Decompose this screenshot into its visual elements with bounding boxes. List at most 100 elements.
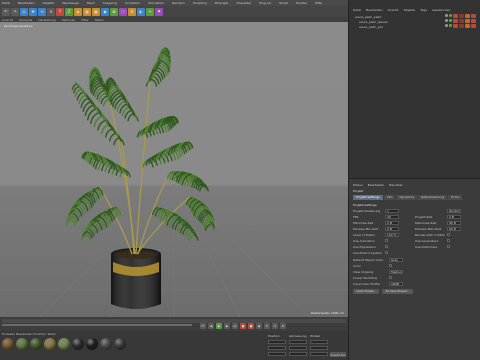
material-swatch[interactable] bbox=[2, 338, 14, 350]
material-tag[interactable] bbox=[471, 14, 476, 18]
field-checkbox[interactable] bbox=[385, 239, 388, 242]
field-checkbox[interactable] bbox=[385, 245, 388, 248]
field-checkbox[interactable] bbox=[389, 264, 392, 267]
attr-menu-2[interactable]: Benutzer bbox=[389, 183, 403, 187]
om-menu-5[interactable]: Lesezeichen bbox=[432, 8, 450, 12]
pos-y-field[interactable] bbox=[268, 346, 286, 350]
menu-item-8[interactable]: Rendern bbox=[172, 1, 185, 5]
tab-0[interactable]: Projekt-Settings bbox=[353, 195, 383, 200]
toolbar-icon-5[interactable]: ✕ bbox=[47, 8, 55, 16]
menu-item-9[interactable]: Sculpting bbox=[193, 1, 207, 5]
field-value[interactable]: 100 % bbox=[385, 233, 399, 237]
go-end-button[interactable]: ⏭ bbox=[232, 323, 238, 329]
toolbar-icon-10[interactable]: ▣ bbox=[92, 8, 100, 16]
field-checkbox[interactable] bbox=[447, 245, 450, 248]
material-swatch[interactable] bbox=[114, 338, 126, 350]
material-tag[interactable] bbox=[459, 24, 464, 28]
visibility-dot[interactable] bbox=[449, 14, 452, 17]
om-menu-2[interactable]: Ansicht bbox=[388, 8, 399, 12]
visibility-dot[interactable] bbox=[449, 19, 452, 22]
menu-item-15[interactable]: Hilfe bbox=[315, 1, 322, 5]
keyframe-button[interactable]: ◆ bbox=[256, 323, 262, 329]
field-value[interactable]: 90 B bbox=[447, 227, 461, 231]
pos-z-field[interactable] bbox=[268, 352, 286, 356]
rot-p-field[interactable] bbox=[310, 346, 328, 350]
toolbar-icon-2[interactable]: ◎ bbox=[20, 8, 28, 16]
viewport-menu-1[interactable]: Kameras bbox=[19, 18, 32, 22]
toolbar-icon-4[interactable]: ⟲ bbox=[38, 8, 46, 16]
material-tag[interactable] bbox=[453, 19, 458, 23]
object-row[interactable]: areca_palm_pot bbox=[349, 24, 480, 29]
field-value[interactable]: 30 bbox=[385, 215, 399, 219]
field-value[interactable]: sRGB bbox=[389, 282, 403, 286]
menu-item-13[interactable]: Skript bbox=[279, 1, 288, 5]
apply-button[interactable]: Anwenden bbox=[330, 352, 346, 357]
om-menu-3[interactable]: Objekte bbox=[404, 8, 416, 12]
toolbar-icon-6[interactable]: Y bbox=[56, 8, 64, 16]
preset-button-0[interactable]: Lade Preset... bbox=[353, 289, 379, 294]
viewport-menu-0[interactable]: Ansicht bbox=[2, 18, 13, 22]
size-z-field[interactable] bbox=[289, 352, 307, 356]
attr-menu-1[interactable]: Bearbeiten bbox=[368, 183, 384, 187]
material-tag[interactable] bbox=[465, 19, 470, 23]
scale-key-button[interactable]: S bbox=[272, 323, 278, 329]
menu-item-0[interactable]: Datei bbox=[2, 1, 10, 5]
material-tag[interactable] bbox=[459, 14, 464, 18]
menu-item-12[interactable]: Plug-ins bbox=[259, 1, 271, 5]
pos-x-field[interactable] bbox=[268, 340, 286, 344]
frame-ruler[interactable] bbox=[2, 319, 346, 323]
field-checkbox[interactable] bbox=[389, 276, 392, 279]
field-checkbox[interactable] bbox=[447, 233, 450, 236]
material-tag[interactable] bbox=[453, 24, 458, 28]
viewport-menu-4[interactable]: Filter bbox=[81, 18, 88, 22]
toolbar-icon-1[interactable]: ↷ bbox=[11, 8, 19, 16]
play-button[interactable]: ▶ bbox=[216, 323, 222, 329]
next-key-button[interactable]: ▶ bbox=[224, 323, 230, 329]
toolbar-icon-12[interactable]: ✿ bbox=[110, 8, 118, 16]
field-value[interactable]: Medium bbox=[389, 270, 403, 274]
field-value[interactable]: 0 B bbox=[385, 221, 399, 225]
timeline[interactable]: ⏮ ◀ ▶ ▶ ⏭ ● ● ◆ P S R bbox=[0, 317, 348, 331]
material-swatch[interactable] bbox=[58, 338, 70, 350]
playhead-range[interactable] bbox=[2, 324, 192, 326]
tab-1[interactable]: Info bbox=[384, 195, 396, 200]
viewport-menu-5[interactable]: Tafeln bbox=[95, 18, 104, 22]
toolbar-icon-14[interactable]: ⚙ bbox=[128, 8, 136, 16]
menu-item-6[interactable]: Animation bbox=[125, 1, 140, 5]
om-menu-0[interactable]: Datei bbox=[353, 8, 361, 12]
prev-key-button[interactable]: ◀ bbox=[208, 323, 214, 329]
rot-h-field[interactable] bbox=[310, 340, 328, 344]
om-menu-1[interactable]: Bearbeiten bbox=[366, 8, 382, 12]
field-value[interactable]: Grau 80% bbox=[389, 258, 403, 262]
material-swatch[interactable] bbox=[16, 338, 28, 350]
visibility-dot[interactable] bbox=[445, 19, 448, 22]
field-checkbox[interactable] bbox=[385, 251, 388, 254]
field-value[interactable]: Zentimeter bbox=[447, 209, 461, 213]
rot-key-button[interactable]: R bbox=[280, 323, 286, 329]
menu-item-7[interactable]: Simulation bbox=[148, 1, 164, 5]
visibility-dot[interactable] bbox=[445, 14, 448, 17]
menu-item-10[interactable]: MoGraph bbox=[215, 1, 229, 5]
go-start-button[interactable]: ⏮ bbox=[200, 323, 206, 329]
menu-item-3[interactable]: Werkzeuge bbox=[62, 1, 79, 5]
material-tag[interactable] bbox=[465, 14, 470, 18]
toolbar-icon-7[interactable]: Z bbox=[65, 8, 73, 16]
viewport-menu-2[interactable]: Darstellung bbox=[38, 18, 55, 22]
field-value[interactable]: 0 B bbox=[385, 227, 399, 231]
toolbar-icon-9[interactable]: ▦ bbox=[83, 8, 91, 16]
tab-4[interactable]: To Do bbox=[448, 195, 462, 200]
size-x-field[interactable] bbox=[289, 340, 307, 344]
material-swatch[interactable] bbox=[86, 338, 98, 350]
autokey-button[interactable]: ● bbox=[248, 323, 254, 329]
material-swatch[interactable] bbox=[100, 338, 112, 350]
toolbar-icon-0[interactable]: ↶ bbox=[2, 8, 10, 16]
toolbar-icon-16[interactable]: ✦ bbox=[146, 8, 154, 16]
tab-3[interactable]: Referenzierung bbox=[418, 195, 447, 200]
menu-item-1[interactable]: Bearbeiten bbox=[18, 1, 34, 5]
material-swatch[interactable] bbox=[30, 338, 42, 350]
toolbar-icon-3[interactable]: ✥ bbox=[29, 8, 37, 16]
attr-menu-0[interactable]: Modus bbox=[353, 183, 363, 187]
field-checkbox[interactable] bbox=[447, 239, 450, 242]
rot-b-field[interactable] bbox=[310, 352, 328, 356]
field-value[interactable]: 1 bbox=[385, 209, 399, 213]
